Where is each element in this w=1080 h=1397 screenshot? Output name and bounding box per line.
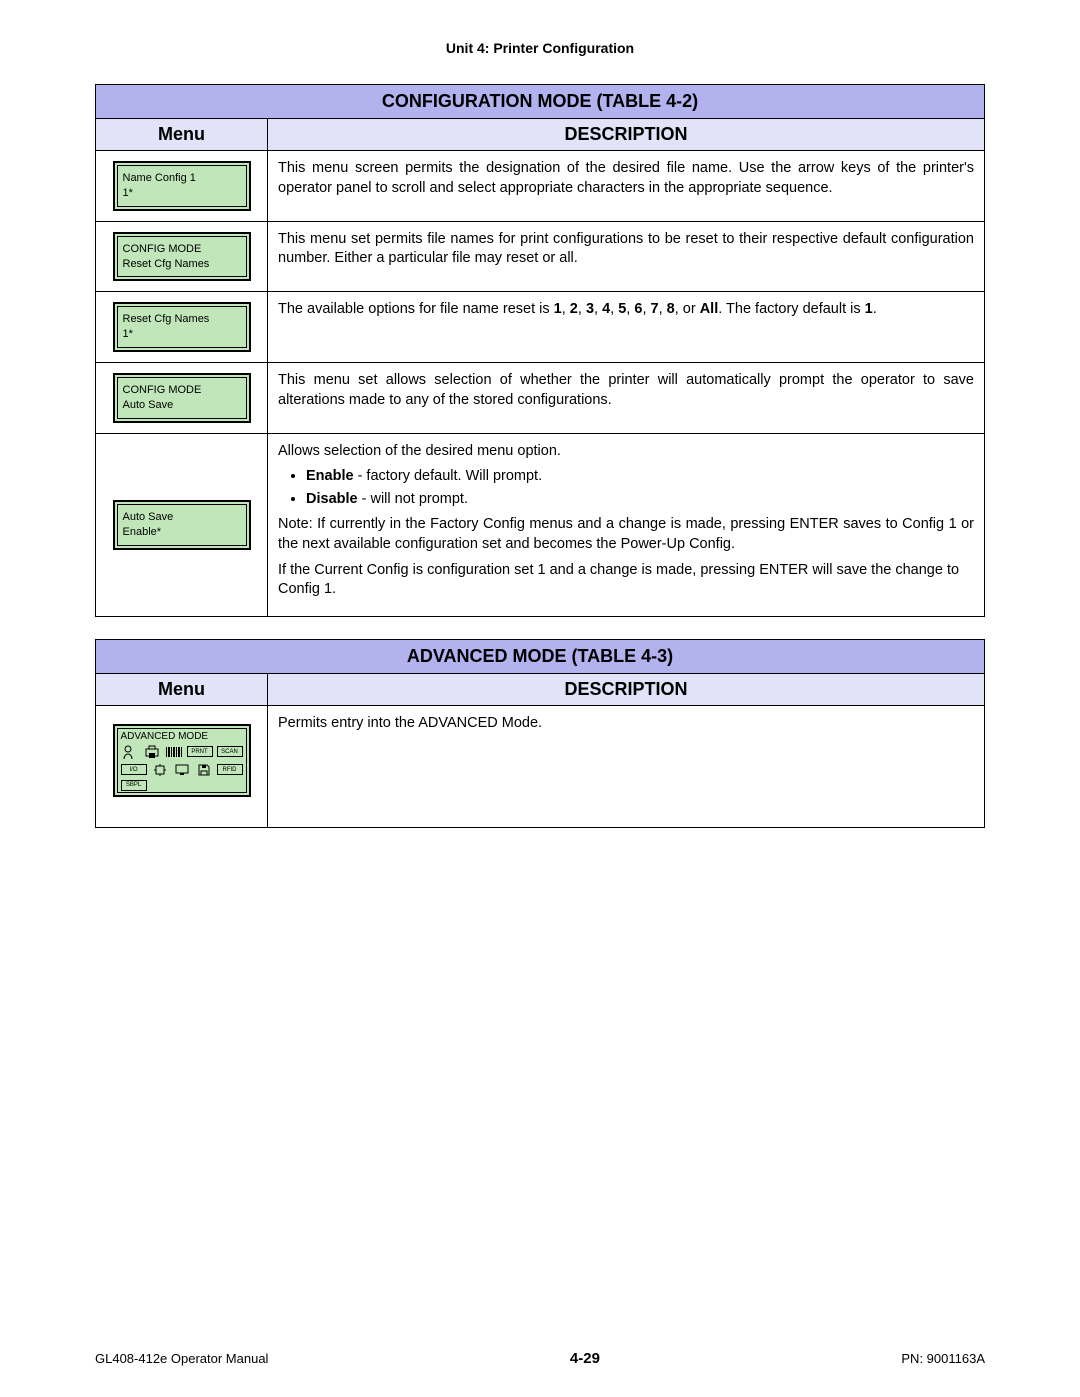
lcd-name-config: Name Config 1 1* [113,161,251,211]
footer-right: PN: 9001163A [901,1351,985,1366]
table-row: ADVANCED MODE PRNT SCAN I/O [96,705,985,827]
lcd-line: Auto Save [123,398,241,413]
table-row: Auto Save Enable* Allows selection of th… [96,433,985,616]
desc-text: This menu set permits file names for pri… [278,230,974,269]
desc-text: Permits entry into the ADVANCED Mode. [278,714,974,734]
config-mode-table: CONFIGURATION MODE (TABLE 4-2) Menu DESC… [95,84,985,617]
col-desc-header: DESCRIPTION [268,119,985,151]
lcd-line: ADVANCED MODE [121,731,243,742]
option-list: Enable - factory default. Will prompt. D… [278,467,974,509]
table-row: CONFIG MODE Reset Cfg Names This menu se… [96,221,985,292]
lcd-line: 1* [123,327,241,342]
desc-text: Note: If currently in the Factory Config… [278,515,974,554]
io-label-icon: I/O [121,764,147,775]
rfid-label-icon: RFID [217,764,243,775]
lcd-line: Name Config 1 [123,171,241,186]
config-table-title: CONFIGURATION MODE (TABLE 4-2) [96,85,985,119]
scan-label-icon: SCAN [217,746,243,757]
lcd-reset-cfg-opts: Reset Cfg Names 1* [113,302,251,352]
display-icon [173,762,191,778]
table-row: Reset Cfg Names 1* The available options… [96,292,985,363]
lcd-line: Reset Cfg Names [123,257,241,272]
lcd-auto-save-opt: Auto Save Enable* [113,500,251,550]
lcd-line: Reset Cfg Names [123,312,241,327]
col-desc-header: DESCRIPTION [268,673,985,705]
sbpl-label-icon: SBPL [121,780,147,791]
barcode-icon [165,744,183,760]
lcd-line: 1* [123,186,241,201]
col-menu-header: Menu [96,119,268,151]
advanced-table-title: ADVANCED MODE (TABLE 4-3) [96,639,985,673]
desc-text: This menu set allows selection of whethe… [278,371,974,410]
col-menu-header: Menu [96,673,268,705]
floppy-icon [195,762,213,778]
desc-text: The available options for file name rese… [278,300,974,320]
unit-header: Unit 4: Printer Configuration [95,40,985,56]
list-item: Disable - will not prompt. [306,490,974,510]
footer-left: GL408-412e Operator Manual [95,1351,268,1366]
table-row: CONFIG MODE Auto Save This menu set allo… [96,363,985,434]
lcd-advanced-mode: ADVANCED MODE PRNT SCAN I/O [113,724,251,797]
table-row: Name Config 1 1* This menu screen permit… [96,151,985,222]
list-item: Enable - factory default. Will prompt. [306,467,974,487]
desc-text: This menu screen permits the designation… [278,159,974,198]
lcd-auto-save-menu: CONFIG MODE Auto Save [113,373,251,423]
lcd-line: CONFIG MODE [123,242,241,257]
page-number: 4-29 [570,1350,600,1367]
desc-text: If the Current Config is configuration s… [278,561,974,600]
tool-icon [151,762,169,778]
prnt-label-icon: PRNT [187,746,213,757]
person-icon [121,744,139,760]
advanced-mode-table: ADVANCED MODE (TABLE 4-3) Menu DESCRIPTI… [95,639,985,828]
printer-icon [143,744,161,760]
page-footer: GL408-412e Operator Manual 4-29 PN: 9001… [95,1350,985,1367]
desc-text: Allows selection of the desired menu opt… [278,442,974,462]
lcd-line: Auto Save [123,510,241,525]
lcd-reset-cfg-menu: CONFIG MODE Reset Cfg Names [113,232,251,282]
lcd-line: Enable* [123,525,241,540]
lcd-line: CONFIG MODE [123,383,241,398]
